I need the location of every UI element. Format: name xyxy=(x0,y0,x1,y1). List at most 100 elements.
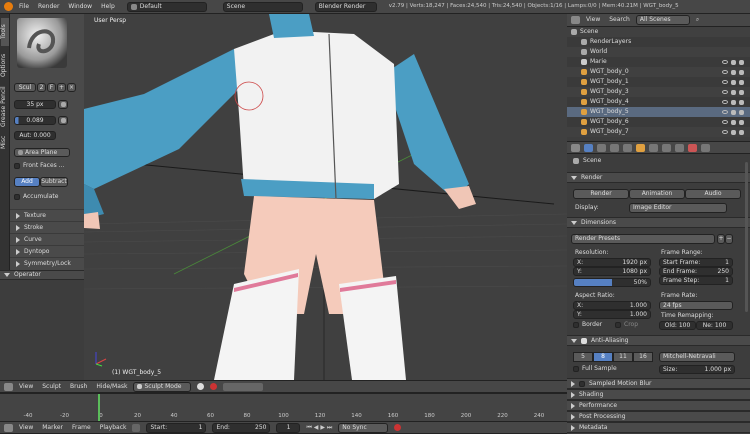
outliner-item-wgt-body-5[interactable]: WGT_body_5 xyxy=(567,107,750,117)
eye-icon[interactable] xyxy=(722,70,728,74)
display-select[interactable]: Image Editor xyxy=(629,203,727,213)
menu-playback[interactable]: Playback xyxy=(100,424,127,431)
outliner-item-wgt-body-0[interactable]: WGT_body_0 xyxy=(567,67,750,77)
world-tab-icon[interactable] xyxy=(623,143,632,152)
menu-view[interactable]: View xyxy=(19,383,33,390)
visibility-toggles[interactable] xyxy=(722,109,744,115)
tool-section-stroke[interactable]: Stroke xyxy=(10,221,84,233)
aspect-x-field[interactable]: X: 1.000 xyxy=(573,301,651,310)
modifiers-tab-icon[interactable] xyxy=(662,143,671,152)
outliner-item-wgt-body-1[interactable]: WGT_body_1 xyxy=(567,77,750,87)
data-tab-icon[interactable] xyxy=(675,143,684,152)
tab-grease-pencil[interactable]: Grease Pencil xyxy=(0,84,9,130)
current-frame-marker[interactable] xyxy=(98,394,100,422)
aa-samples-11-button[interactable]: 11 xyxy=(613,352,633,362)
strength-field[interactable]: 0.089 xyxy=(14,116,56,125)
camera-icon[interactable] xyxy=(739,69,744,75)
select-arrow-icon[interactable] xyxy=(731,59,736,65)
camera-icon[interactable] xyxy=(739,59,744,65)
constraints-tab-icon[interactable] xyxy=(649,143,658,152)
dimensions-panel-header[interactable]: Dimensions xyxy=(567,217,750,228)
end-frame-field[interactable]: End: 250 xyxy=(212,422,271,433)
accumulate-checkbox[interactable]: Accumulate xyxy=(14,194,58,200)
outliner-item-wgt-body-6[interactable]: WGT_body_6 xyxy=(567,117,750,127)
tab-tools[interactable]: Tools xyxy=(0,18,9,46)
menu-render[interactable]: Render xyxy=(38,3,59,10)
menu-view[interactable]: View xyxy=(586,17,600,23)
aa-samples-16-button[interactable]: 16 xyxy=(633,352,653,362)
panel-sampled-motion-blur[interactable]: Sampled Motion Blur xyxy=(567,378,750,389)
select-arrow-icon[interactable] xyxy=(731,119,736,125)
add-direction-button[interactable]: Add xyxy=(14,177,40,187)
remove-preset-button[interactable]: − xyxy=(725,234,733,244)
scene-tab-icon[interactable] xyxy=(610,143,619,152)
visibility-toggles[interactable] xyxy=(722,129,744,135)
render-layers-tab-icon[interactable] xyxy=(597,143,606,152)
brush-preview[interactable] xyxy=(17,18,67,68)
pivot-icon[interactable] xyxy=(210,383,218,390)
aa-samples-8-button[interactable]: 8 xyxy=(593,352,613,362)
3d-viewport[interactable]: User Persp (1) WGT_body_5 xyxy=(84,14,567,380)
autosmooth-field[interactable]: Aut: 0.000 xyxy=(14,131,56,140)
scene-selector[interactable]: Scene xyxy=(222,1,303,12)
timeline[interactable]: -40-200204060801001201401601802002202402… xyxy=(0,393,581,422)
crop-checkbox[interactable]: Crop xyxy=(615,322,638,328)
search-icon[interactable]: ⌕ xyxy=(696,17,699,23)
anti-aliasing-panel-header[interactable]: Anti-Aliasing xyxy=(567,335,750,346)
add-preset-button[interactable]: + xyxy=(717,234,725,244)
material-tab-icon[interactable] xyxy=(688,143,697,152)
eye-icon[interactable] xyxy=(722,100,728,104)
menu-brush[interactable]: Brush xyxy=(70,383,87,390)
camera-icon[interactable] xyxy=(739,129,744,135)
outliner-item-renderlayers[interactable]: RenderLayers xyxy=(567,37,750,47)
menu-search[interactable]: Search xyxy=(609,17,630,23)
editor-type-icon[interactable] xyxy=(4,382,13,391)
tab-options[interactable]: Options xyxy=(0,50,9,80)
radius-pressure-toggle[interactable] xyxy=(58,100,68,109)
menu-file[interactable]: File xyxy=(19,3,29,10)
audio-button[interactable]: Audio xyxy=(685,189,741,199)
outliner-item-marie[interactable]: Marie xyxy=(567,57,750,67)
checkbox-checked-icon[interactable] xyxy=(581,337,587,344)
preview-range-icon[interactable] xyxy=(132,423,141,432)
tool-section-dyntopo[interactable]: Dyntopo xyxy=(10,245,84,257)
tool-section-curve[interactable]: Curve xyxy=(10,233,84,245)
end-frame-field[interactable]: End Frame: 250 xyxy=(659,267,733,276)
render-engine-selector[interactable]: Blender Render xyxy=(314,1,377,12)
eye-icon[interactable] xyxy=(722,60,728,64)
texture-tab-icon[interactable] xyxy=(701,143,710,152)
aa-samples-5-button[interactable]: 5 xyxy=(573,352,593,362)
tab-misc[interactable]: Misc xyxy=(0,132,9,152)
time-remap-old-field[interactable]: Old: 100 xyxy=(659,321,696,330)
timeline-editor-icon[interactable] xyxy=(4,423,13,432)
current-frame-field[interactable]: 1 xyxy=(276,422,301,433)
outliner-item-wgt-body-3[interactable]: WGT_body_3 xyxy=(567,87,750,97)
blender-logo-icon[interactable] xyxy=(4,2,13,11)
resolution-y-field[interactable]: Y: 1080 px xyxy=(573,267,651,276)
aspect-y-field[interactable]: Y: 1.000 xyxy=(573,310,651,319)
camera-icon[interactable] xyxy=(739,109,744,115)
menu-hide-mask[interactable]: Hide/Mask xyxy=(96,383,127,390)
resolution-percentage-field[interactable]: 50% xyxy=(573,278,651,287)
tool-section-symmetry-lock[interactable]: Symmetry/Lock xyxy=(10,257,84,269)
select-arrow-icon[interactable] xyxy=(731,129,736,135)
camera-icon[interactable] xyxy=(739,89,744,95)
screen-layout-selector[interactable]: Default xyxy=(126,1,207,12)
sculpt-plane-select[interactable]: Area Plane xyxy=(14,148,70,157)
select-arrow-icon[interactable] xyxy=(731,99,736,105)
frame-rate-select[interactable]: 24 fps xyxy=(659,301,733,310)
panel-metadata[interactable]: Metadata xyxy=(567,422,750,433)
eye-icon[interactable] xyxy=(722,110,728,114)
outliner-item-scene[interactable]: Scene xyxy=(567,27,750,37)
checkbox-icon[interactable] xyxy=(579,380,585,387)
menu-window[interactable]: Window xyxy=(68,3,92,10)
full-sample-checkbox[interactable]: Full Sample xyxy=(573,366,617,372)
start-frame-field[interactable]: Start Frame: 1 xyxy=(659,258,733,267)
render-presets-select[interactable]: Render Presets xyxy=(571,234,715,244)
visibility-toggles[interactable] xyxy=(722,99,744,105)
visibility-toggles[interactable] xyxy=(722,69,744,75)
resolution-x-field[interactable]: X: 1920 px xyxy=(573,258,651,267)
add-brush-button[interactable]: + xyxy=(57,83,66,92)
time-remap-new-field[interactable]: Ne: 100 xyxy=(696,321,733,330)
start-frame-field[interactable]: Start: 1 xyxy=(146,422,207,433)
